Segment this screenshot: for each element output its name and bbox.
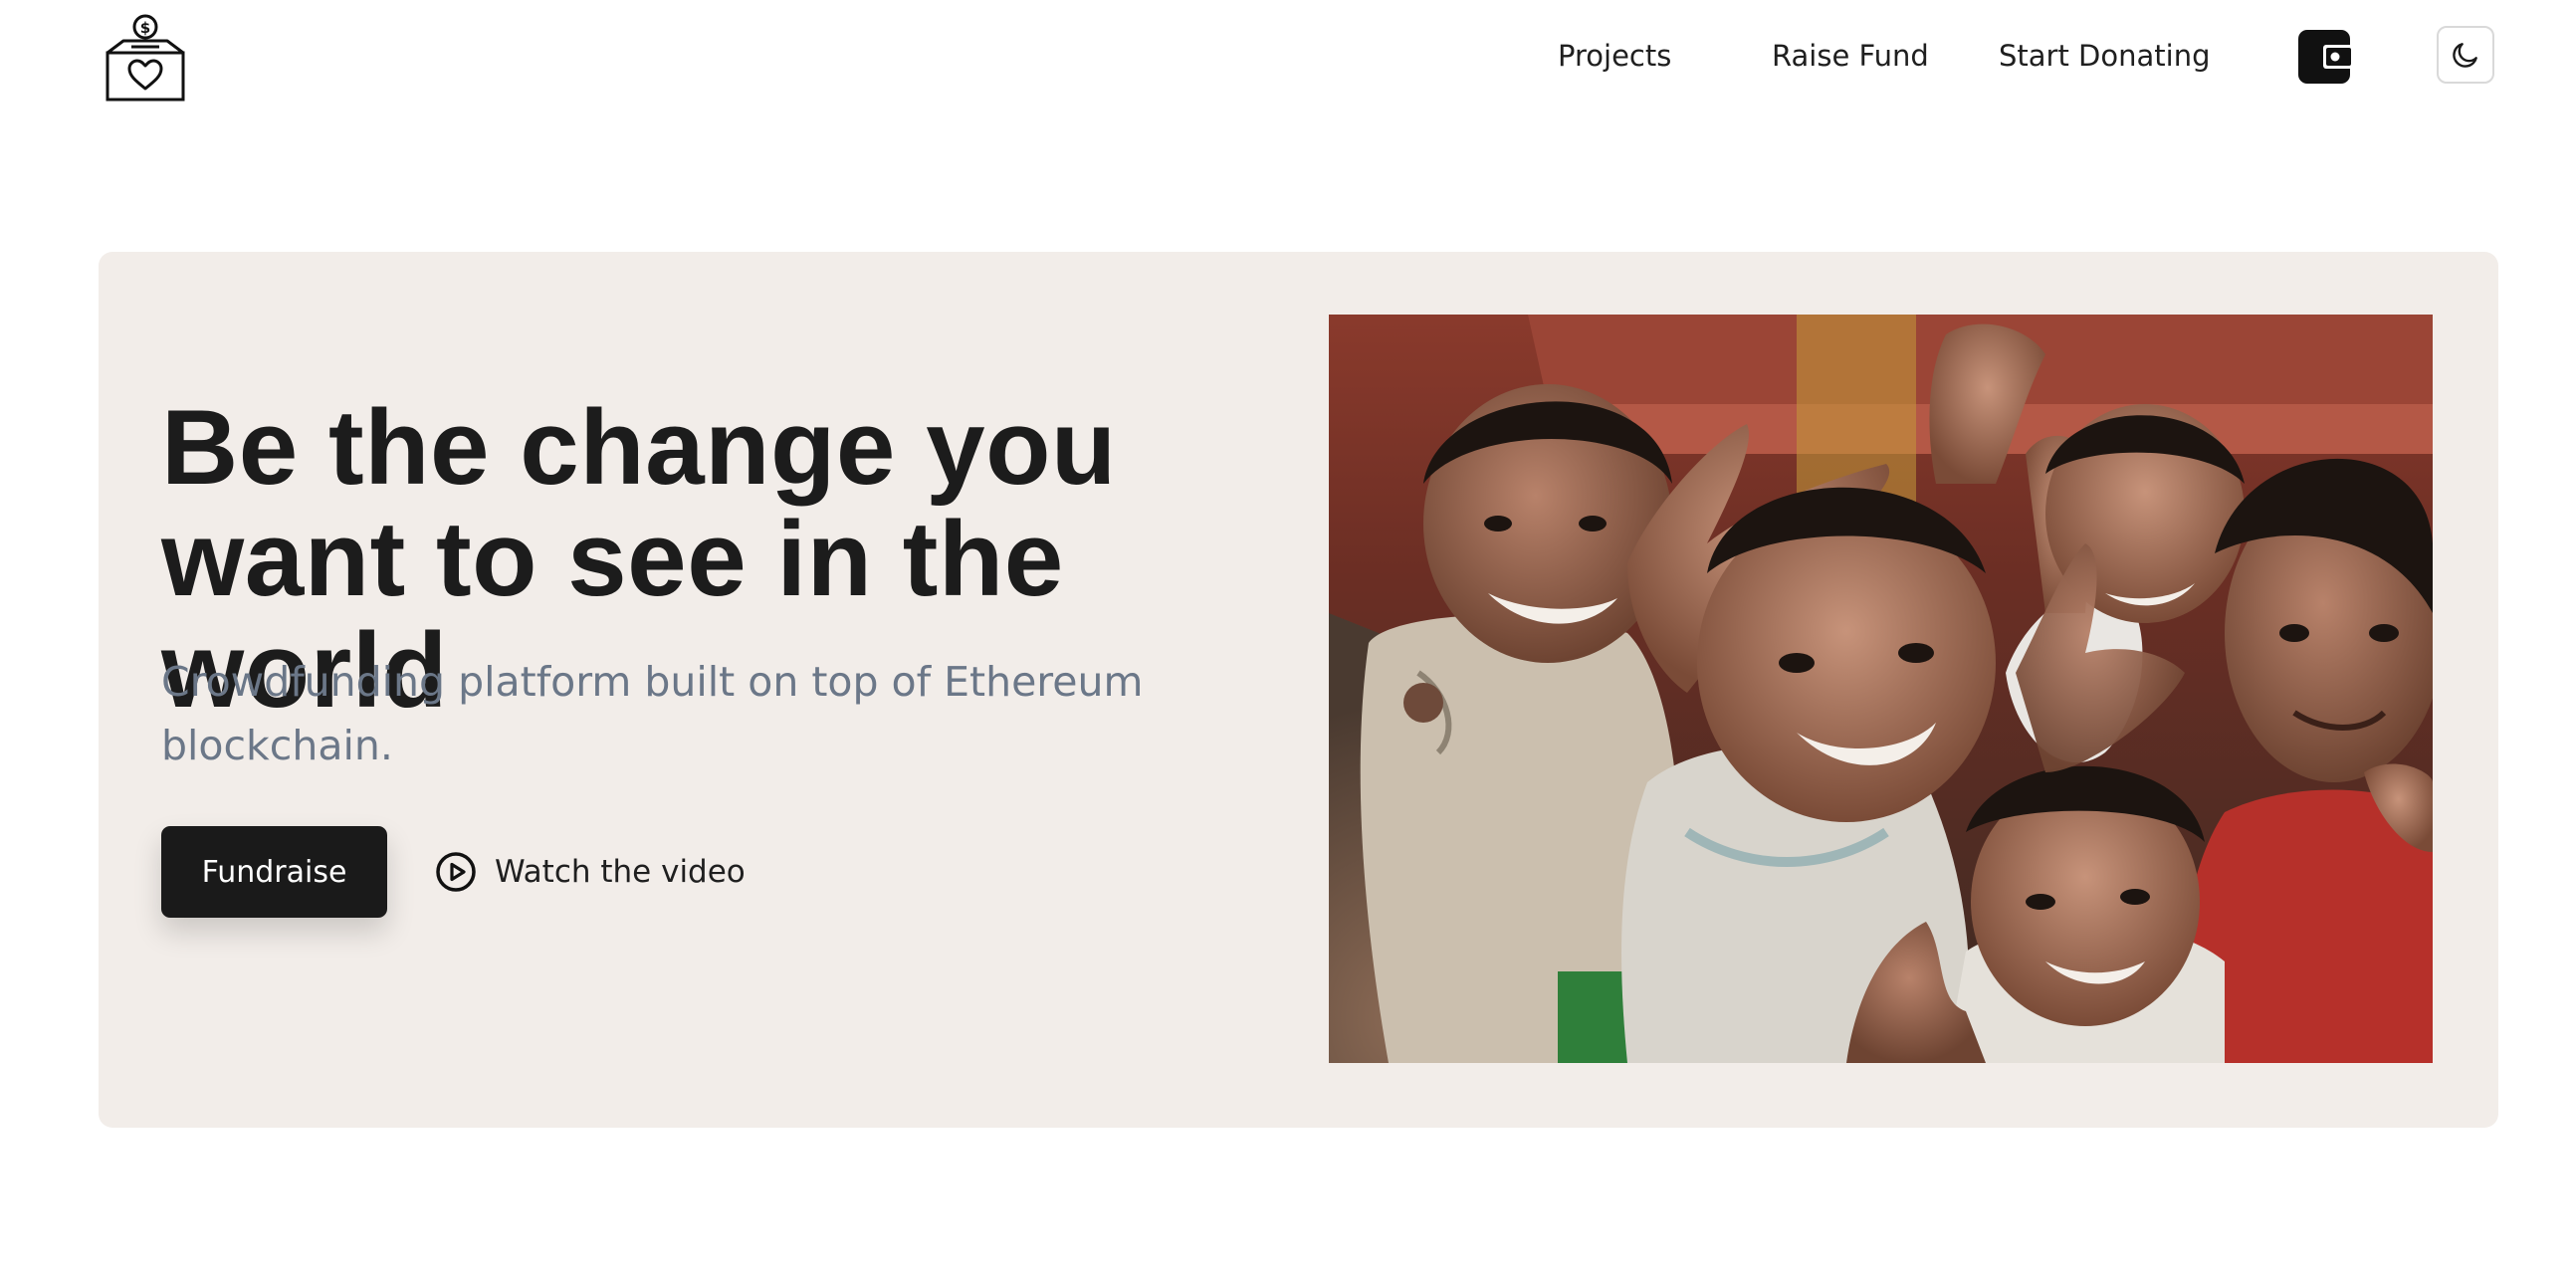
hero-section: Be the change you want to see in the wor… [99, 252, 2498, 1128]
theme-toggle-button[interactable] [2437, 26, 2494, 84]
nav-link-start-donating[interactable]: Start Donating [1999, 39, 2211, 73]
hero-subtitle: Crowdfunding platform built on top of Et… [161, 658, 1144, 769]
moon-icon [2453, 43, 2477, 68]
navbar: $ Projects Raise Fund Start Donating [0, 0, 2576, 114]
hero-image [1329, 315, 2433, 1063]
nav-link-projects[interactable]: Projects [1558, 39, 1671, 73]
watch-video-link[interactable]: Watch the video [435, 847, 746, 897]
svg-text:$: $ [140, 19, 150, 37]
play-circle-icon [436, 852, 476, 892]
wallet-icon [2298, 30, 2354, 84]
page: $ Projects Raise Fund Start Donating Be … [0, 0, 2576, 1278]
logo-donation-box-icon[interactable]: $ [104, 13, 187, 103]
watch-video-label: Watch the video [495, 854, 746, 890]
fundraise-button[interactable]: Fundraise [161, 826, 387, 918]
wallet-button[interactable] [2297, 28, 2355, 86]
nav-link-raise-fund[interactable]: Raise Fund [1772, 39, 1929, 73]
